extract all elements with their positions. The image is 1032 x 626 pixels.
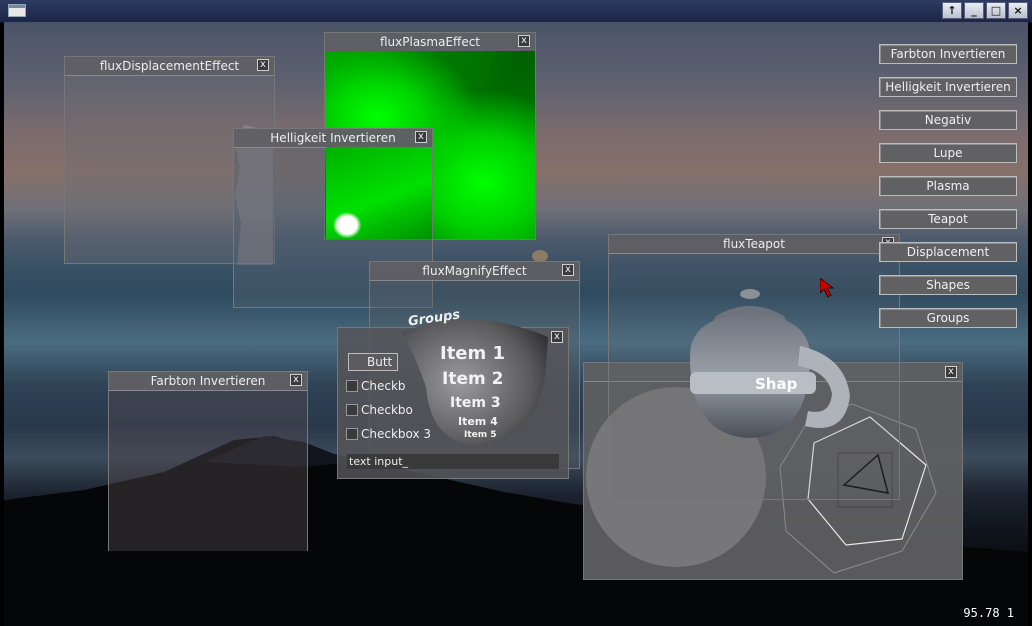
scene-desktop: fluxDisplacementEffect x fluxPlasmaEffec…: [4, 22, 1028, 626]
teapot-label-text: Shap: [755, 375, 798, 393]
plasma-window-titlebar[interactable]: fluxPlasmaEffect x: [325, 33, 535, 52]
window-titlebar[interactable]: ↑ _ □ ×: [0, 0, 1032, 23]
negativ-button[interactable]: Negativ: [879, 110, 1017, 130]
groups-sphere-widget[interactable]: Groups Item 1 Item 2 Item 3 Item 4 Item …: [396, 307, 556, 447]
plasma-close-button[interactable]: x: [518, 35, 530, 47]
maximize-button[interactable]: □: [986, 2, 1006, 19]
helligkeit-close-button[interactable]: x: [415, 131, 427, 143]
close-button[interactable]: ×: [1008, 2, 1028, 19]
groups-panel-button[interactable]: Butt: [348, 353, 398, 371]
farbton-window-title: Farbton Invertieren: [150, 374, 266, 388]
teapot-3d-object: Shap: [690, 289, 850, 438]
arrow-up-icon-button[interactable]: ↑: [942, 2, 962, 19]
displacement-window-titlebar[interactable]: fluxDisplacementEffect x: [65, 57, 274, 76]
checkbox-1[interactable]: [346, 380, 358, 392]
groups-item-4[interactable]: Item 4: [458, 415, 498, 428]
helligkeit-window-titlebar[interactable]: Helligkeit Invertieren x: [234, 129, 432, 148]
magnify-window-titlebar[interactable]: fluxMagnifyEffect x: [370, 262, 579, 281]
groups-item-2[interactable]: Item 2: [442, 369, 503, 389]
teapot-window-titlebar[interactable]: fluxTeapot x: [609, 235, 899, 254]
helligkeit-window-title: Helligkeit Invertieren: [270, 131, 396, 145]
checkbox-3[interactable]: [346, 428, 358, 440]
shapes-panel-close-button[interactable]: x: [945, 366, 957, 378]
displacement-window-title: fluxDisplacementEffect: [99, 59, 240, 73]
groups-item-1[interactable]: Item 1: [440, 343, 505, 364]
magnify-window-title: fluxMagnifyEffect: [422, 264, 527, 278]
teapot-window-title: fluxTeapot: [723, 237, 785, 251]
displacement-close-button[interactable]: x: [257, 59, 269, 71]
mouse-cursor-icon: [820, 278, 835, 298]
app-window-icon[interactable]: [8, 4, 26, 17]
farbton-invertieren-window[interactable]: Farbton Invertieren x: [108, 371, 308, 551]
text-input-field[interactable]: text input_: [347, 454, 559, 469]
plasma-button[interactable]: Plasma: [879, 176, 1017, 196]
helligkeit-plasma-overlay: [326, 147, 432, 239]
groups-item-5[interactable]: Item 5: [464, 430, 497, 440]
farbton-close-button[interactable]: x: [290, 374, 302, 386]
plasma-window-title: fluxPlasmaEffect: [379, 35, 481, 49]
helligkeit-invertieren-button[interactable]: Helligkeit Invertieren: [879, 77, 1017, 97]
lupe-button[interactable]: Lupe: [879, 143, 1017, 163]
displacement-button[interactable]: Displacement: [879, 242, 1017, 262]
teapot-button[interactable]: Teapot: [879, 209, 1017, 229]
groups-item-3[interactable]: Item 3: [450, 395, 501, 411]
farbton-invertieren-button[interactable]: Farbton Invertieren: [879, 44, 1017, 64]
magnify-close-button[interactable]: x: [562, 264, 574, 276]
groups-button[interactable]: Groups: [879, 308, 1017, 328]
minimize-button[interactable]: _: [964, 2, 984, 19]
checkbox-2[interactable]: [346, 404, 358, 416]
shapes-button[interactable]: Shapes: [879, 275, 1017, 295]
farbton-window-titlebar[interactable]: Farbton Invertieren x: [109, 372, 307, 391]
fps-counter: 95.78 1: [963, 606, 1014, 620]
